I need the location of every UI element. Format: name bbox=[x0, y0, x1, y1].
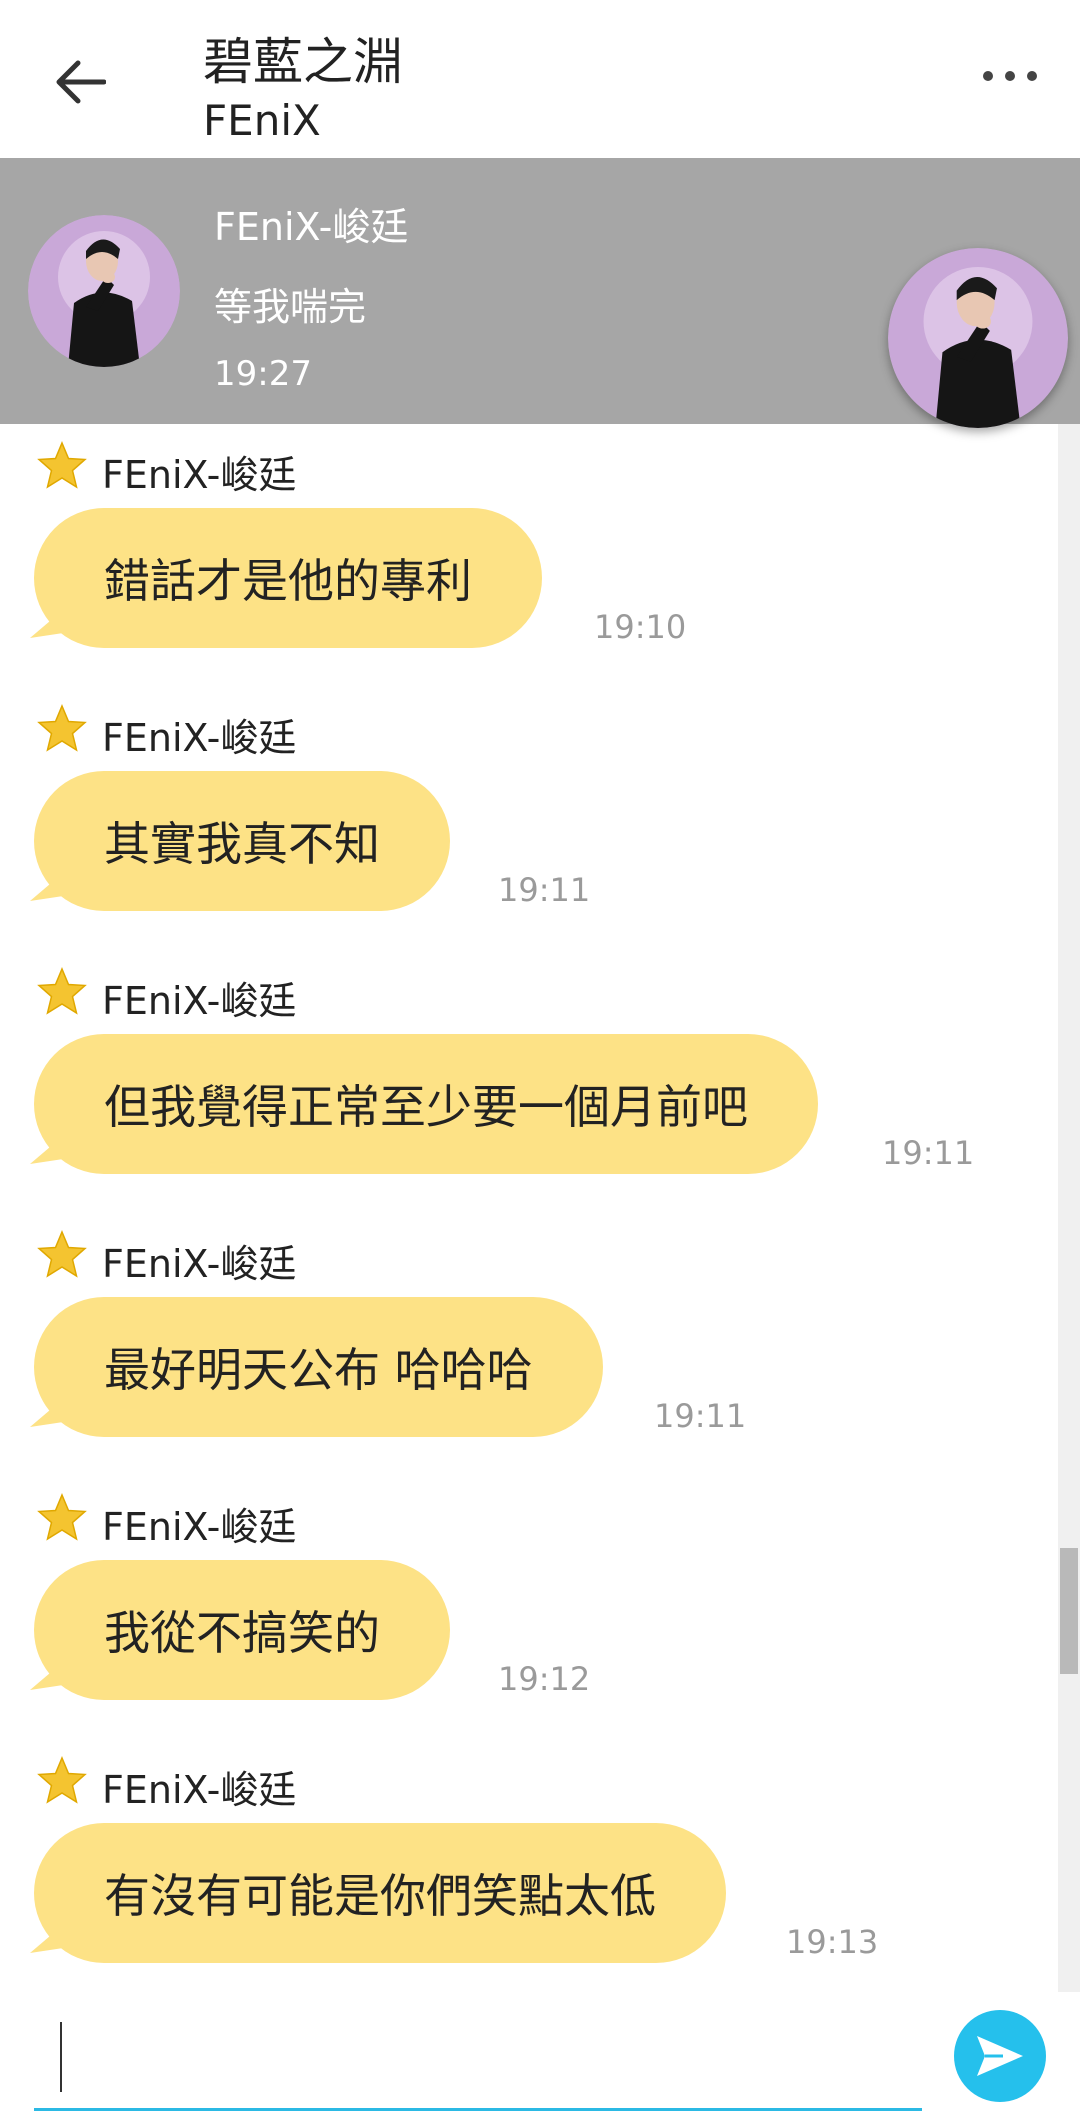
message-bubble[interactable]: 我從不搞笑的 bbox=[34, 1560, 450, 1700]
back-button[interactable] bbox=[40, 42, 120, 122]
message-time: 19:11 bbox=[498, 871, 591, 909]
text-caret bbox=[60, 2022, 62, 2092]
star-icon bbox=[37, 704, 87, 752]
banner-timestamp: 19:27 bbox=[214, 354, 312, 394]
message-time: 19:12 bbox=[498, 1660, 591, 1698]
chat-header: 碧藍之淵 FEniX bbox=[0, 0, 1080, 158]
message-time: 19:13 bbox=[786, 1923, 879, 1961]
message-time: 19:10 bbox=[594, 608, 687, 646]
avatar bbox=[28, 215, 180, 367]
sender-name: FEniX-峻廷 bbox=[102, 716, 297, 760]
more-options-button[interactable] bbox=[970, 46, 1050, 106]
message-bubble[interactable]: 但我覺得正常至少要一個月前吧 bbox=[34, 1034, 818, 1174]
message-item: FEniX-峻廷 我從不搞笑的 19:12 bbox=[0, 1476, 1060, 1739]
message-input[interactable] bbox=[34, 1992, 922, 2111]
message-composer bbox=[0, 1992, 1080, 2125]
scrollbar-thumb[interactable] bbox=[1060, 1548, 1078, 1674]
message-time: 19:11 bbox=[654, 1397, 747, 1435]
message-item: FEniX-峻廷 其實我真不知 19:11 bbox=[0, 687, 1060, 950]
message-bubble[interactable]: 最好明天公布 哈哈哈 bbox=[34, 1297, 603, 1437]
message-bubble[interactable]: 有沒有可能是你們笑點太低 bbox=[34, 1823, 726, 1963]
floating-avatar[interactable] bbox=[888, 248, 1068, 428]
sender-name: FEniX-峻廷 bbox=[102, 1768, 297, 1812]
star-icon bbox=[37, 1756, 87, 1804]
more-horizontal-icon bbox=[983, 71, 1037, 81]
chat-subtitle: FEniX bbox=[203, 96, 321, 145]
sender-name: FEniX-峻廷 bbox=[102, 1242, 297, 1286]
message-bubble[interactable]: 其實我真不知 bbox=[34, 771, 450, 911]
banner-sender-name: FEniX-峻廷 bbox=[214, 205, 409, 249]
banner-message-text: 等我喘完 bbox=[214, 285, 367, 329]
star-icon bbox=[37, 1230, 87, 1278]
star-icon bbox=[37, 967, 87, 1015]
message-item: FEniX-峻廷 有沒有可能是你們笑點太低 19:13 bbox=[0, 1739, 1060, 1980]
scrollbar-track[interactable] bbox=[1058, 424, 1080, 1992]
message-item: FEniX-峻廷 但我覺得正常至少要一個月前吧 19:11 bbox=[0, 950, 1060, 1213]
send-icon bbox=[977, 2036, 1023, 2076]
sender-name: FEniX-峻廷 bbox=[102, 979, 297, 1023]
message-time: 19:11 bbox=[882, 1134, 975, 1172]
message-item: FEniX-峻廷 最好明天公布 哈哈哈 19:11 bbox=[0, 1213, 1060, 1476]
sender-name: FEniX-峻廷 bbox=[102, 453, 297, 497]
message-list[interactable]: FEniX-峻廷 錯話才是他的專利 19:10 FEniX-峻廷 其實我真不知 … bbox=[0, 424, 1060, 1980]
star-icon bbox=[37, 1493, 87, 1541]
arrow-left-icon bbox=[56, 60, 106, 104]
sender-name: FEniX-峻廷 bbox=[102, 1505, 297, 1549]
message-bubble[interactable]: 錯話才是他的專利 bbox=[34, 508, 542, 648]
send-button[interactable] bbox=[954, 2010, 1046, 2102]
chat-title: 碧藍之淵 bbox=[203, 33, 403, 91]
star-icon bbox=[37, 441, 87, 489]
message-item: FEniX-峻廷 錯話才是他的專利 19:10 bbox=[0, 424, 1060, 687]
